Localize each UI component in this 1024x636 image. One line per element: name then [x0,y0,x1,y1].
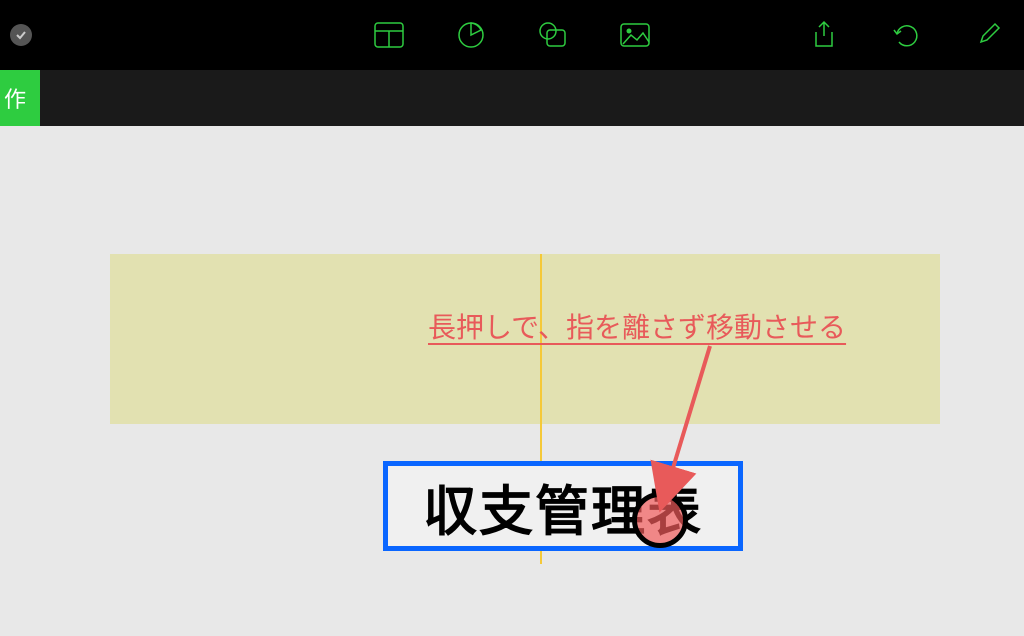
touch-indicator [632,492,688,548]
insert-image-button[interactable] [619,19,651,51]
checkmark-icon [15,29,27,41]
insert-table-button[interactable] [373,19,405,51]
top-toolbar [0,0,1024,70]
share-icon [811,20,837,50]
mode-tag-label: 作 [4,82,26,114]
undo-button[interactable] [890,19,922,51]
canvas-area[interactable]: 収支管理表 長押しで、指を離さず移動させる [0,126,1024,636]
format-brush-button[interactable] [972,19,1004,51]
mid-bar: 作 [0,70,1024,126]
selected-text-box[interactable]: 収支管理表 [383,461,743,551]
mode-tag[interactable]: 作 [0,70,40,126]
insert-chart-button[interactable] [455,19,487,51]
undo-icon [891,20,921,50]
table-icon [373,21,405,49]
annotation-text: 長押しで、指を離さず移動させる [428,306,846,346]
insert-shape-button[interactable] [537,19,569,51]
share-button[interactable] [808,19,840,51]
shape-icon [537,20,569,50]
done-button[interactable] [10,24,32,46]
image-icon [619,22,651,48]
brush-icon [973,20,1003,50]
toolbar-center [373,19,651,51]
toolbar-right [808,19,1004,51]
pie-chart-icon [456,20,486,50]
toolbar-left [10,24,32,46]
